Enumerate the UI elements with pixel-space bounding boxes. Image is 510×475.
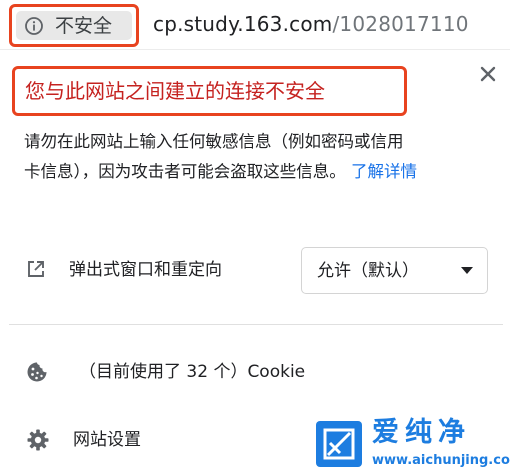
- cookies-row[interactable]: （目前使用了 32 个）Cookie: [0, 350, 510, 394]
- gear-icon: [27, 429, 49, 451]
- cookies-label: （目前使用了 32 个）Cookie: [79, 362, 306, 382]
- watermark-title: 爱纯净: [372, 417, 471, 448]
- popup-permission-row: 弹出式窗口和重定向 允许（默认）: [0, 242, 510, 304]
- close-icon[interactable]: [477, 63, 499, 85]
- connection-warning-description: 请勿在此网站上输入任何敏感信息（例如密码或信用 卡信息），因为攻击者可能会盗取这…: [24, 127, 494, 187]
- cookie-icon: [27, 362, 47, 382]
- watermark: 爱纯净 www.aichunjing.com: [308, 414, 510, 475]
- description-line-1: 请勿在此网站上输入任何敏感信息（例如密码或信用: [24, 132, 404, 151]
- security-label: 不安全: [55, 15, 113, 37]
- external-link-icon: [28, 261, 44, 277]
- headline-highlight: 您与此网站之间建立的连接不安全: [12, 66, 407, 116]
- popup-permission-label: 弹出式窗口和重定向: [69, 260, 222, 280]
- caret-down-icon: [461, 267, 473, 274]
- info-icon: [25, 17, 43, 35]
- popup-permission-select[interactable]: 允许（默认）: [301, 247, 488, 294]
- watermark-logo-icon: [316, 421, 362, 467]
- site-settings-row[interactable]: 网站设置: [0, 418, 300, 462]
- security-chip[interactable]: 不安全: [16, 11, 132, 40]
- url-text[interactable]: cp.study.163.com/1028017110: [153, 11, 469, 37]
- popup-permission-value: 允许（默认）: [317, 261, 419, 281]
- connection-warning-title: 您与此网站之间建立的连接不安全: [25, 79, 325, 103]
- site-settings-label: 网站设置: [73, 430, 141, 450]
- divider: [9, 324, 503, 325]
- url-host: cp.study.163.com: [153, 12, 333, 36]
- learn-more-link[interactable]: 了解详情: [351, 162, 417, 181]
- watermark-url: www.aichunjing.com: [372, 453, 510, 468]
- url-path: /1028017110: [332, 12, 469, 36]
- security-chip-highlight: 不安全: [9, 4, 139, 47]
- description-line-2: 卡信息），因为攻击者可能会盗取这些信息。: [24, 162, 346, 181]
- address-bar: 不安全 cp.study.163.com/1028017110: [0, 0, 510, 50]
